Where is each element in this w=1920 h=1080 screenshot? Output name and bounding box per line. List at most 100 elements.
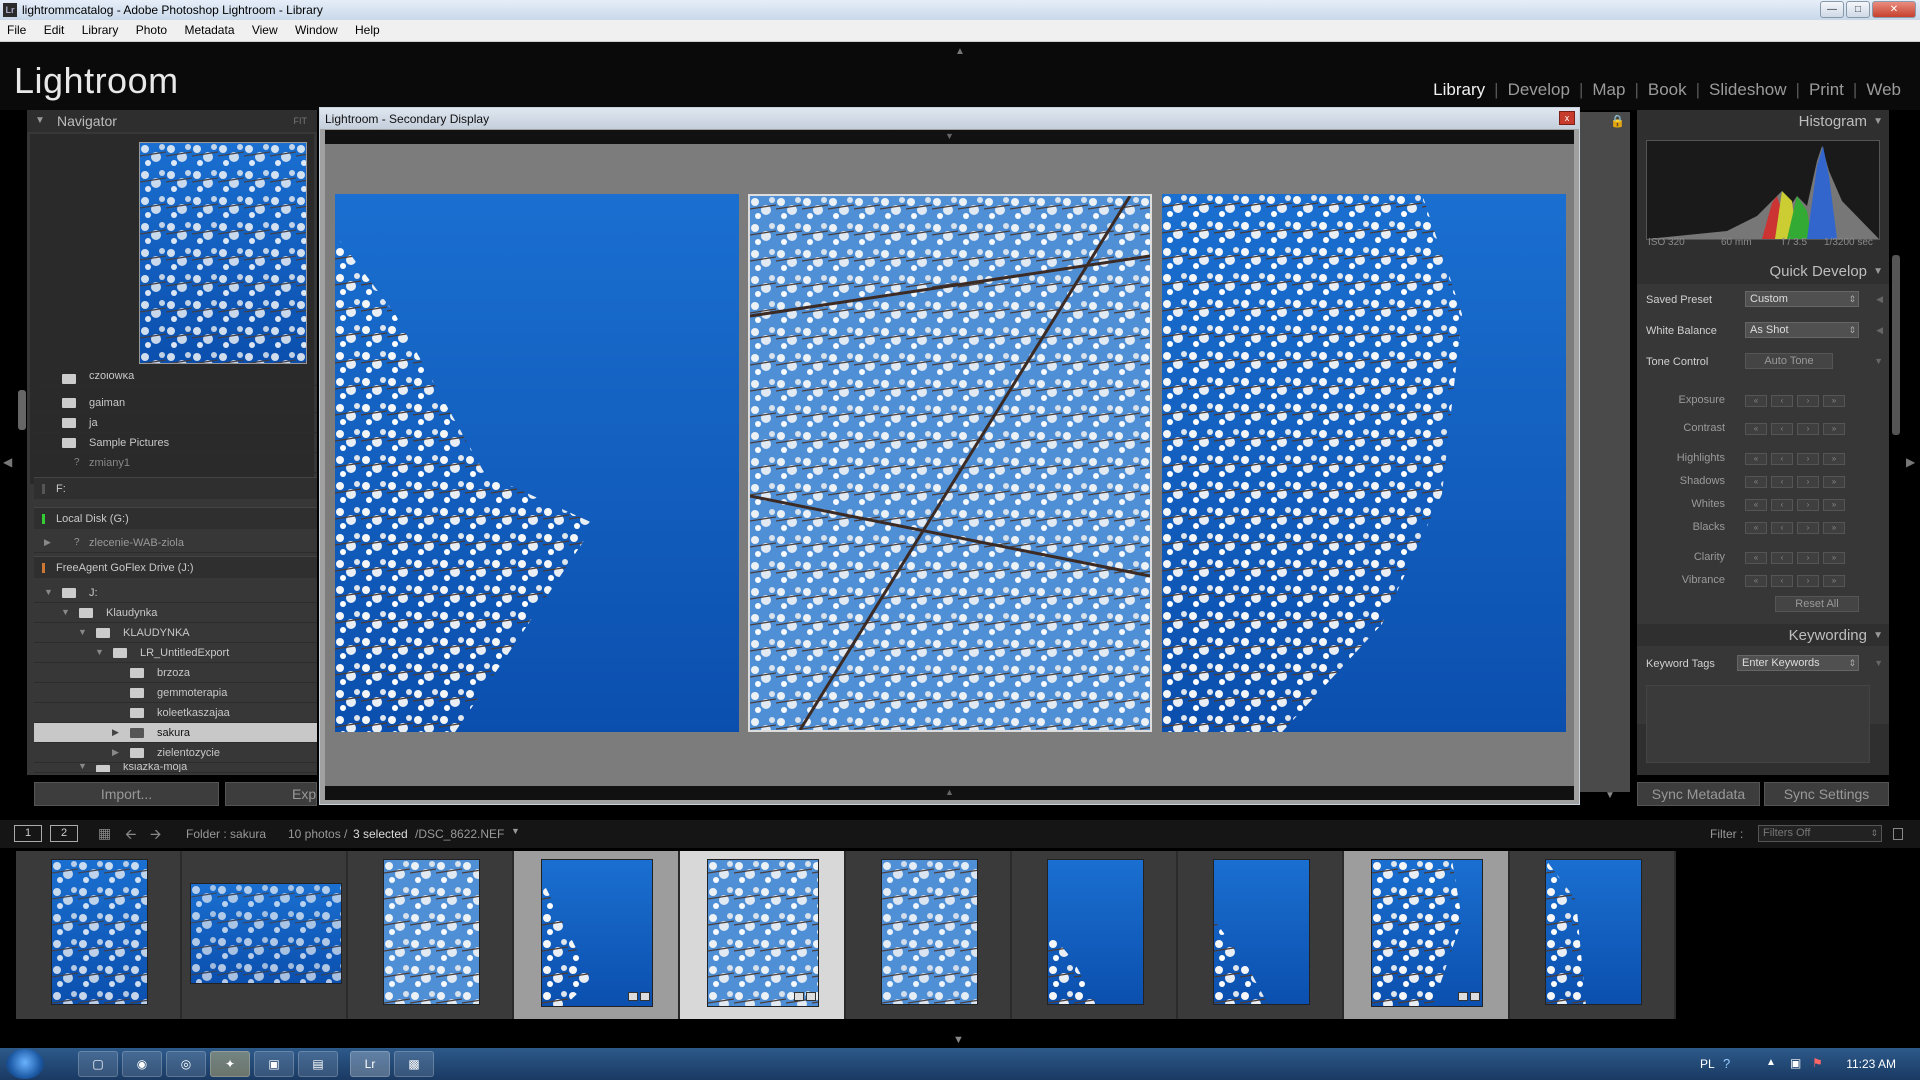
expand-triangle-icon[interactable]: ▶ — [44, 537, 51, 548]
folder-row[interactable]: Sample Pictures — [34, 433, 317, 453]
secondary-title-bar[interactable]: Lightroom - Secondary Display x — [320, 108, 1579, 129]
expand-triangle-icon[interactable]: ▶ — [112, 747, 119, 758]
folder-row[interactable]: ? zmiany1 — [34, 453, 317, 473]
folder-row[interactable]: ▶ zielentozycie — [34, 743, 317, 763]
increase-large-button[interactable]: » — [1823, 476, 1845, 488]
survey-photo-2-active[interactable] — [748, 194, 1152, 732]
language-indicator[interactable]: PL — [1700, 1057, 1715, 1071]
increase-large-button[interactable]: » — [1823, 499, 1845, 511]
menu-photo[interactable]: Photo — [129, 20, 174, 37]
navigator-zoom[interactable]: FIT — [294, 116, 308, 126]
expand-triangle-icon[interactable]: ▼ — [78, 627, 87, 637]
folder-row-selected[interactable]: ▶ sakura — [34, 723, 317, 743]
network-icon[interactable]: ▣ — [1790, 1056, 1801, 1070]
increase-large-button[interactable]: » — [1823, 575, 1845, 587]
folder-row[interactable]: ▼ KLAUDYNKA — [34, 623, 317, 643]
expand-triangle-icon[interactable]: ◀ — [1876, 325, 1883, 336]
filmstrip-cell-active[interactable] — [680, 851, 845, 1019]
filmstrip-cell-selected[interactable] — [1344, 851, 1509, 1019]
filmstrip-cell[interactable] — [846, 851, 1011, 1019]
navigator-preview-image[interactable] — [139, 142, 307, 364]
right-scrollbar[interactable] — [1892, 255, 1900, 435]
increase-large-button[interactable]: » — [1823, 453, 1845, 465]
menu-window[interactable]: Window — [288, 20, 345, 37]
thumbnail[interactable] — [190, 883, 342, 984]
start-button[interactable] — [6, 1049, 44, 1079]
increase-small-button[interactable]: › — [1797, 522, 1819, 534]
thumbnail[interactable] — [51, 859, 148, 1005]
thumbnail[interactable] — [541, 859, 653, 1007]
collapse-triangle-icon[interactable]: ▼ — [1873, 630, 1883, 641]
thumbnail[interactable] — [1545, 859, 1642, 1005]
expand-triangle-icon[interactable]: ▼ — [61, 607, 70, 617]
decrease-large-button[interactable]: « — [1745, 476, 1767, 488]
thumbnail[interactable] — [881, 859, 978, 1005]
back-arrow-icon[interactable]: 🡨 — [125, 824, 136, 848]
filmstrip-cell[interactable] — [16, 851, 181, 1019]
keywords-textarea[interactable] — [1646, 685, 1870, 763]
decrease-large-button[interactable]: « — [1745, 395, 1767, 407]
module-develop[interactable]: Develop — [1499, 80, 1579, 100]
quick-develop-header[interactable]: Quick Develop ▼ — [1637, 260, 1889, 282]
filmstrip-cell[interactable] — [1510, 851, 1675, 1019]
increase-small-button[interactable]: › — [1797, 499, 1819, 511]
secondary-window-button[interactable]: 2 — [50, 825, 78, 842]
decrease-small-button[interactable]: ‹ — [1771, 575, 1793, 587]
collapse-triangle-icon[interactable]: ▼ — [1874, 356, 1883, 366]
increase-small-button[interactable]: › — [1797, 395, 1819, 407]
survey-photo-3[interactable] — [1162, 194, 1566, 732]
folder-row[interactable]: czolowka — [34, 373, 317, 386]
menu-metadata[interactable]: Metadata — [177, 20, 241, 37]
maximize-button[interactable]: □ — [1846, 1, 1870, 18]
forward-arrow-icon[interactable]: 🡪 — [150, 824, 161, 848]
collapse-triangle-icon[interactable]: ▼ — [35, 115, 45, 126]
minimize-button[interactable]: — — [1820, 1, 1844, 18]
firefox-icon[interactable]: ◉ — [122, 1051, 162, 1077]
expand-triangle-icon[interactable]: ◀ — [1876, 294, 1883, 305]
menu-help[interactable]: Help — [348, 20, 387, 37]
volume-g[interactable]: Local Disk (G:) — [34, 507, 317, 529]
collapse-triangle-icon[interactable]: ▼ — [1873, 116, 1883, 127]
keyword-tags-select[interactable]: Enter Keywords ⇕ — [1737, 655, 1859, 671]
collapse-triangle-icon[interactable]: ▼ — [1874, 658, 1883, 668]
decrease-large-button[interactable]: « — [1745, 499, 1767, 511]
thumbnail[interactable] — [1213, 859, 1310, 1005]
file-dropdown-icon[interactable]: ▼ — [511, 826, 520, 836]
close-window-button[interactable]: ✕ — [1872, 1, 1916, 18]
reset-all-button[interactable]: Reset All — [1775, 596, 1859, 612]
folder-row[interactable]: ▼ ksiazka-moja — [34, 763, 317, 773]
folder-row[interactable]: gaiman — [34, 393, 317, 413]
folder-row[interactable]: gemmoterapia — [34, 683, 317, 703]
collapse-top-icon[interactable]: ▲ — [955, 46, 965, 57]
thumbnail[interactable] — [1371, 859, 1483, 1007]
thumbnail[interactable] — [1047, 859, 1144, 1005]
collapse-bottom-icon[interactable]: ▲ — [945, 787, 954, 797]
folder-source[interactable]: Folder : sakura — [186, 827, 266, 841]
camera-app-icon[interactable]: ▣ — [254, 1051, 294, 1077]
filmstrip-cell[interactable] — [1012, 851, 1177, 1019]
thumbnail[interactable] — [383, 859, 480, 1005]
filter-lock-icon[interactable] — [1893, 828, 1903, 840]
decrease-small-button[interactable]: ‹ — [1771, 395, 1793, 407]
saved-preset-select[interactable]: Custom ⇕ — [1745, 291, 1859, 307]
decrease-large-button[interactable]: « — [1745, 423, 1767, 435]
decrease-small-button[interactable]: ‹ — [1771, 423, 1793, 435]
folder-row[interactable]: ▶? zlecenie-WAB-ziola — [34, 533, 317, 553]
increase-small-button[interactable]: › — [1797, 423, 1819, 435]
expand-triangle-icon[interactable]: ▶ — [112, 727, 119, 738]
keywording-header[interactable]: Keywording ▼ — [1637, 624, 1889, 646]
chrome-icon[interactable]: ◎ — [166, 1051, 206, 1077]
folder-row[interactable]: brzoza — [34, 663, 317, 683]
sync-metadata-button[interactable]: Sync Metadata — [1637, 782, 1760, 806]
increase-large-button[interactable]: » — [1823, 522, 1845, 534]
decrease-small-button[interactable]: ‹ — [1771, 499, 1793, 511]
folder-row[interactable]: ▼ Klaudynka — [34, 603, 317, 623]
secondary-close-button[interactable]: x — [1559, 111, 1575, 125]
grid-icon[interactable]: ▦ — [98, 825, 111, 842]
left-scrollbar[interactable] — [18, 390, 26, 430]
help-icon[interactable]: ? — [1723, 1056, 1730, 1071]
export-button[interactable]: Exp — [225, 782, 317, 806]
module-book[interactable]: Book — [1639, 80, 1696, 100]
filmstrip-cell-selected[interactable] — [514, 851, 679, 1019]
folder-row[interactable]: ▼ J: — [34, 583, 317, 603]
